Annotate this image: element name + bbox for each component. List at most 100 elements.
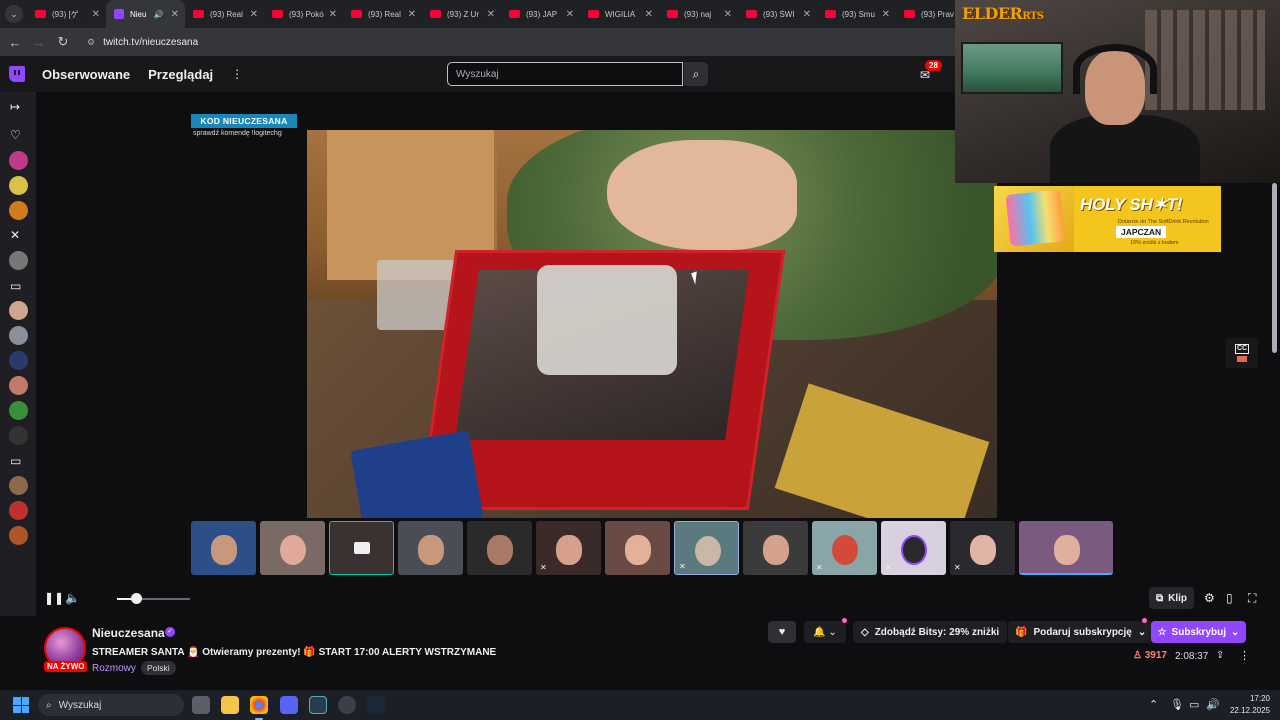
channel-avatar[interactable] bbox=[9, 301, 28, 320]
stream-thumbnail[interactable] bbox=[605, 521, 670, 575]
speaker-icon[interactable]: 🔊 bbox=[154, 10, 164, 19]
browser-tab[interactable]: (93) Z Ur ✕ bbox=[422, 0, 501, 28]
close-icon[interactable]: ✕ bbox=[803, 9, 811, 20]
close-icon[interactable]: ✕ bbox=[92, 9, 100, 20]
forward-icon[interactable]: → bbox=[27, 35, 51, 50]
stream-thumbnail[interactable] bbox=[1019, 521, 1113, 575]
channel-avatar[interactable] bbox=[9, 351, 28, 370]
more-options-icon[interactable]: ⋮ bbox=[1239, 649, 1250, 662]
clip-button[interactable]: ⧉ Klip bbox=[1149, 587, 1195, 609]
app-icon[interactable] bbox=[309, 696, 327, 714]
taskbar-search-input[interactable]: ⌕ Wyszukaj bbox=[38, 694, 184, 716]
channel-avatar[interactable] bbox=[9, 426, 28, 445]
close-icon[interactable]: ✕ bbox=[250, 9, 258, 20]
back-icon[interactable]: ← bbox=[3, 35, 27, 50]
microphone-icon[interactable]: 🎙 bbox=[1170, 698, 1184, 711]
browser-tab-active[interactable]: Nieu 🔊 ✕ bbox=[106, 0, 185, 28]
scrollbar[interactable] bbox=[1272, 183, 1277, 353]
stream-thumbnail[interactable] bbox=[467, 521, 532, 575]
streamer-name[interactable]: Nieuczesana bbox=[92, 626, 165, 640]
close-icon[interactable]: ✕ bbox=[882, 9, 890, 20]
channel-avatar[interactable] bbox=[9, 176, 28, 195]
chrome-icon[interactable] bbox=[250, 696, 268, 720]
browser-tab[interactable]: (93) ŚWI ✕ bbox=[738, 0, 817, 28]
stream-thumbnail[interactable]: ✕ bbox=[881, 521, 946, 575]
volume-slider-handle[interactable] bbox=[130, 593, 142, 604]
close-icon[interactable]: ✕ bbox=[408, 9, 416, 20]
search-input[interactable]: Wyszukaj bbox=[447, 62, 683, 86]
browser-tab[interactable]: (93) JAP ✕ bbox=[501, 0, 580, 28]
channel-avatar[interactable] bbox=[9, 501, 28, 520]
discord-icon[interactable] bbox=[280, 696, 298, 714]
channel-avatar[interactable] bbox=[9, 251, 28, 270]
video-camera-icon[interactable]: ▭ bbox=[10, 454, 21, 468]
channel-avatar[interactable] bbox=[9, 376, 28, 395]
search-icon[interactable]: ⌕ bbox=[684, 62, 708, 86]
close-icon[interactable]: ✕ bbox=[566, 9, 574, 20]
channel-avatar[interactable] bbox=[9, 201, 28, 220]
channel-avatar[interactable] bbox=[9, 476, 28, 495]
file-explorer-icon[interactable] bbox=[221, 696, 239, 714]
windows-start-icon[interactable] bbox=[13, 697, 29, 713]
speaker-icon[interactable]: 🔊 bbox=[1206, 698, 1220, 711]
browser-tab[interactable]: (93) [ゲ ✕ bbox=[27, 0, 106, 28]
browser-tab[interactable]: (93) Real ✕ bbox=[343, 0, 422, 28]
heart-icon[interactable]: ♡ bbox=[10, 128, 21, 142]
stream-thumbnail[interactable]: ✕ bbox=[812, 521, 877, 575]
stream-thumbnail[interactable]: ✕ bbox=[950, 521, 1015, 575]
expand-sidebar-icon[interactable]: ↦ bbox=[10, 100, 20, 114]
close-icon[interactable]: ✕ bbox=[724, 9, 732, 20]
notifications-button[interactable]: 🔔 ⌄ bbox=[804, 621, 846, 643]
category-link[interactable]: Rozmowy bbox=[92, 663, 136, 674]
channel-avatar[interactable] bbox=[9, 326, 28, 345]
stream-thumbnail[interactable]: ✕ bbox=[674, 521, 739, 575]
channel-avatar[interactable] bbox=[9, 401, 28, 420]
channel-avatar[interactable] bbox=[9, 151, 28, 170]
volume-icon[interactable]: 🔈 bbox=[65, 591, 80, 605]
nav-following-link[interactable]: Obserwowane bbox=[42, 67, 130, 82]
language-tag[interactable]: Polski bbox=[141, 661, 176, 675]
close-icon[interactable]: ✕ bbox=[645, 9, 653, 20]
steam-icon[interactable] bbox=[367, 696, 385, 714]
reload-icon[interactable]: ↻ bbox=[51, 34, 75, 50]
get-bits-button[interactable]: ◇ Zdobądź Bitsy: 29% zniżki bbox=[853, 621, 1008, 643]
more-options-icon[interactable]: ⋮ bbox=[231, 67, 243, 81]
settings-gear-icon[interactable]: ⚙ bbox=[1204, 591, 1215, 605]
stream-thumbnail[interactable]: ✕ bbox=[536, 521, 601, 575]
gift-subscription-button[interactable]: 🎁 Podaruj subskrypcję ⌄ bbox=[1008, 621, 1154, 643]
channel-avatar[interactable] bbox=[9, 526, 28, 545]
close-icon[interactable]: ✕ bbox=[487, 9, 495, 20]
close-icon[interactable]: ✕ bbox=[329, 9, 337, 20]
closed-captions-button[interactable]: CC bbox=[1226, 338, 1258, 368]
stream-thumbnail-active[interactable] bbox=[329, 521, 394, 575]
stream-thumbnail[interactable] bbox=[743, 521, 808, 575]
display-icon[interactable]: ▭ bbox=[1189, 698, 1199, 711]
browser-tab[interactable]: (93) Smu ✕ bbox=[817, 0, 896, 28]
stream-thumbnail[interactable] bbox=[398, 521, 463, 575]
theatre-mode-icon[interactable]: ▯ bbox=[1226, 591, 1233, 605]
share-icon[interactable]: ⇪ bbox=[1216, 650, 1224, 661]
site-info-icon[interactable]: ⚙ bbox=[87, 37, 95, 48]
nav-browse-link[interactable]: Przeglądaj bbox=[148, 67, 213, 82]
follow-button[interactable]: ♥ bbox=[768, 621, 796, 643]
subscribe-button[interactable]: ☆ Subskrybuj ⌄ bbox=[1151, 621, 1246, 643]
video-camera-icon[interactable]: ▭ bbox=[10, 279, 21, 293]
url-field[interactable]: ⚙ twitch.tv/nieuczesana bbox=[87, 37, 198, 48]
browser-tab[interactable]: (93) naj ✕ bbox=[659, 0, 738, 28]
chevron-up-icon[interactable]: ⌃ bbox=[1149, 698, 1158, 711]
fullscreen-icon[interactable]: ⛶ bbox=[1248, 591, 1256, 606]
crossed-swords-icon[interactable]: ✕ bbox=[10, 228, 20, 242]
stream-thumbnail[interactable] bbox=[191, 521, 256, 575]
tab-search-icon[interactable]: ⌄ bbox=[5, 5, 23, 23]
twitch-logo-icon[interactable] bbox=[9, 66, 25, 82]
browser-tab[interactable]: (93) Pokó ✕ bbox=[264, 0, 343, 28]
pause-icon[interactable]: ❚❚ bbox=[44, 591, 64, 605]
obs-icon[interactable] bbox=[338, 696, 356, 714]
task-view-icon[interactable] bbox=[192, 696, 210, 714]
browser-tab[interactable]: (93) Real ✕ bbox=[185, 0, 264, 28]
taskbar-clock[interactable]: 17:20 22.12.2025 bbox=[1228, 693, 1270, 717]
stream-video-frame[interactable] bbox=[307, 130, 997, 518]
close-icon[interactable]: ✕ bbox=[171, 9, 179, 20]
browser-tab[interactable]: WIGILIA ✕ bbox=[580, 0, 659, 28]
stream-thumbnail[interactable] bbox=[260, 521, 325, 575]
